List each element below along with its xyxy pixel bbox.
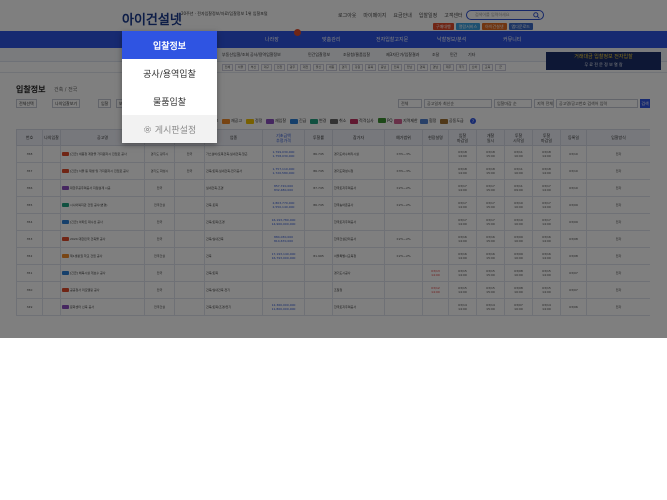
modal-backdrop[interactable] xyxy=(0,0,667,338)
menu-item-board-settings[interactable]: 게시판설정 xyxy=(122,115,217,143)
menu-item-goods-bid[interactable]: 물품입찰 xyxy=(122,87,217,115)
menu-item-bid-info[interactable]: 입찰정보 xyxy=(122,31,217,59)
menu-item-construction-bid[interactable]: 공사/용역입찰 xyxy=(122,59,217,87)
menu-item-label: 입찰정보 xyxy=(152,41,187,52)
gear-icon xyxy=(143,125,151,133)
screen: 아이건설넷 20주년 · 전자입찰정보/자료/입찰정보 1위 입찰포털 로그아웃… xyxy=(0,0,667,500)
bid-info-page: 아이건설넷 20주년 · 전자입찰정보/자료/입찰정보 1위 입찰포털 로그아웃… xyxy=(0,0,667,338)
menu-item-label: 게시판설정 xyxy=(154,125,197,136)
menu-item-label: 물품입찰 xyxy=(152,97,187,108)
menu-item-label: 공사/용역입찰 xyxy=(143,69,196,80)
bid-menu-dropdown: 입찰정보 공사/용역입찰 물품입찰 게시판설정 xyxy=(122,31,217,143)
